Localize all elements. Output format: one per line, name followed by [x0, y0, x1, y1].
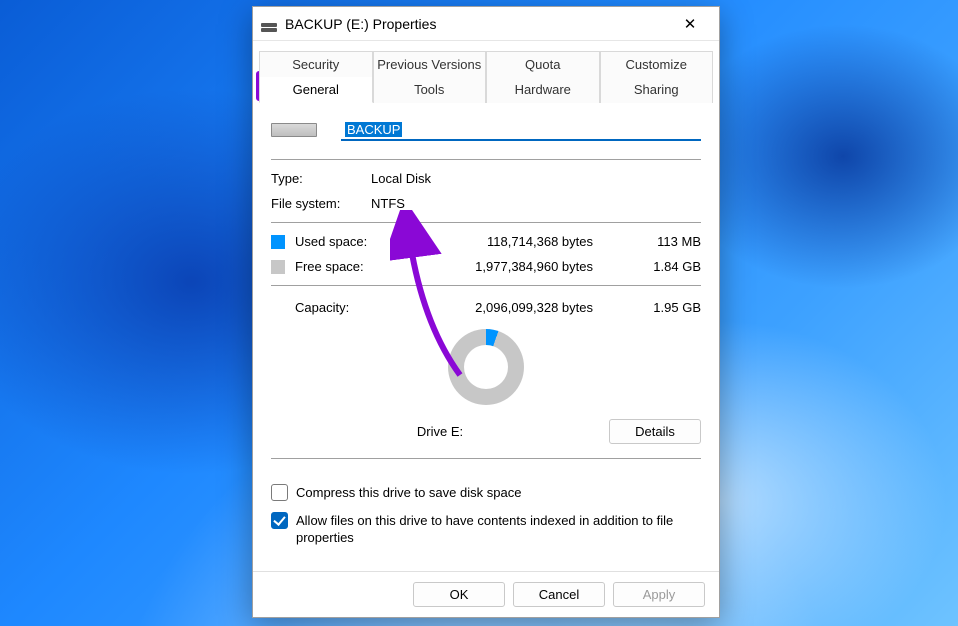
ok-button[interactable]: OK: [413, 582, 505, 607]
apply-button[interactable]: Apply: [613, 582, 705, 607]
type-value: Local Disk: [371, 171, 701, 186]
tab-customize[interactable]: Customize: [600, 51, 714, 77]
type-label: Type:: [271, 171, 371, 186]
free-space-label: Free space:: [295, 259, 405, 274]
usage-pie-chart: [448, 329, 524, 405]
index-label[interactable]: Allow files on this drive to have conten…: [296, 512, 701, 547]
compress-checkbox[interactable]: [271, 484, 288, 501]
used-space-label: Used space:: [295, 234, 405, 249]
divider: [271, 222, 701, 223]
capacity-human: 1.95 GB: [633, 300, 701, 315]
details-button[interactable]: Details: [609, 419, 701, 444]
divider: [271, 458, 701, 459]
free-space-bytes: 1,977,384,960 bytes: [405, 259, 633, 274]
capacity-label: Capacity:: [271, 300, 405, 315]
used-space-human: 113 MB: [633, 234, 701, 249]
drive-name-value: BACKUP: [345, 122, 402, 137]
divider: [271, 159, 701, 160]
tab-security[interactable]: Security: [259, 51, 373, 77]
used-space-bytes: 118,714,368 bytes: [405, 234, 633, 249]
index-checkbox[interactable]: [271, 512, 288, 529]
drive-large-icon: [271, 123, 317, 137]
tab-hardware[interactable]: Hardware: [486, 77, 600, 103]
drive-icon: [261, 16, 277, 32]
dialog-footer: OK Cancel Apply: [253, 571, 719, 617]
tab-strip: Security Previous Versions Quota Customi…: [253, 41, 719, 103]
drive-name-field[interactable]: BACKUP: [341, 119, 701, 141]
tab-tools[interactable]: Tools: [373, 77, 487, 103]
filesystem-label: File system:: [271, 196, 371, 211]
titlebar: BACKUP (E:) Properties ✕: [253, 7, 719, 41]
filesystem-value: NTFS: [371, 196, 701, 211]
properties-dialog: BACKUP (E:) Properties ✕ Security Previo…: [252, 6, 720, 618]
tab-general[interactable]: General: [259, 77, 373, 103]
tab-quota[interactable]: Quota: [486, 51, 600, 77]
close-button[interactable]: ✕: [669, 7, 711, 40]
used-space-swatch: [271, 235, 285, 249]
free-space-swatch: [271, 260, 285, 274]
drive-letter-label: Drive E:: [271, 424, 609, 439]
capacity-bytes: 2,096,099,328 bytes: [405, 300, 633, 315]
tab-previous-versions[interactable]: Previous Versions: [373, 51, 487, 77]
free-space-human: 1.84 GB: [633, 259, 701, 274]
divider: [271, 285, 701, 286]
tab-panel-general: BACKUP Type: Local Disk File system: NTF…: [253, 103, 719, 571]
tab-sharing[interactable]: Sharing: [600, 77, 714, 103]
compress-label[interactable]: Compress this drive to save disk space: [296, 484, 521, 502]
window-title: BACKUP (E:) Properties: [285, 16, 669, 32]
cancel-button[interactable]: Cancel: [513, 582, 605, 607]
